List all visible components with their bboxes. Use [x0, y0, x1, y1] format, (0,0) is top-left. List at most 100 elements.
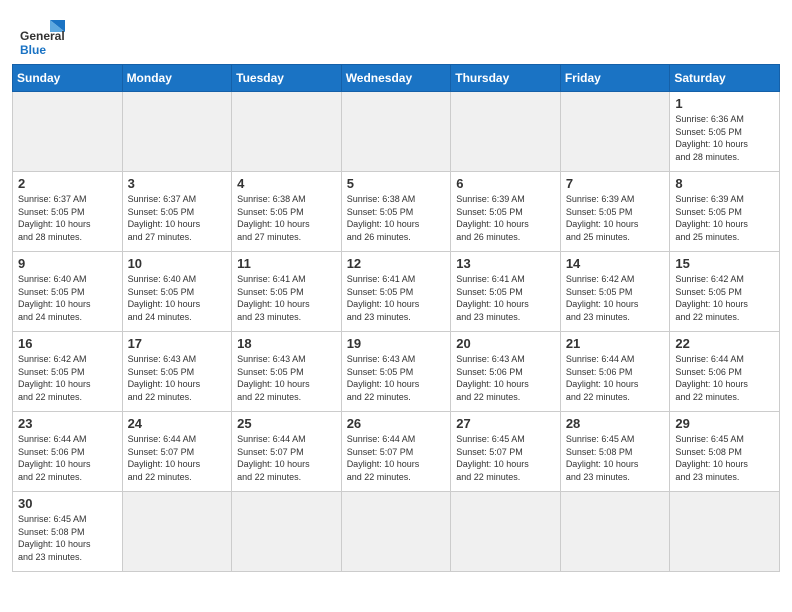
calendar-cell: 25Sunrise: 6:44 AM Sunset: 5:07 PM Dayli…	[232, 412, 342, 492]
day-number: 30	[18, 496, 117, 511]
calendar-cell: 17 Sunrise: 6:43 AM Sunset: 5:05 PM Dayli…	[122, 332, 232, 412]
weekday-header-monday: Monday	[122, 65, 232, 92]
day-info: Sunrise: 6:43 AM Sunset: 5:05 PM Dayligh…	[347, 353, 446, 403]
calendar-cell: 1 Sunrise: 6:36 AM Sunset: 5:05 PM Daylig…	[670, 92, 780, 172]
calendar-cell: 12Sunrise: 6:41 AM Sunset: 5:05 PM Dayli…	[341, 252, 451, 332]
calendar-cell: 24 Sunrise: 6:44 AM Sunset: 5:07 PM Dayli…	[122, 412, 232, 492]
calendar-cell: 13 Sunrise: 6:41 AM Sunset: 5:05 PM Dayli…	[451, 252, 561, 332]
day-number: 25	[237, 416, 336, 431]
calendar-cell: 5 Sunrise: 6:38 AM Sunset: 5:05 PM Daylig…	[341, 172, 451, 252]
day-info: Sunrise: 6:41 AM Sunset: 5:05 PM Dayligh…	[237, 273, 336, 323]
day-info: Sunrise: 6:40 AM Sunset: 5:05 PM Dayligh…	[18, 273, 117, 323]
calendar-cell	[560, 492, 670, 572]
calendar-cell	[232, 92, 342, 172]
calendar-cell	[670, 492, 780, 572]
day-info: Sunrise: 6:44 AM Sunset: 5:06 PM Dayligh…	[566, 353, 665, 403]
day-number: 16	[18, 336, 117, 351]
day-info: Sunrise: 6:44 AM Sunset: 5:06 PM Dayligh…	[18, 433, 117, 483]
day-number: 27	[456, 416, 555, 431]
day-info: Sunrise: 6:45 AM Sunset: 5:08 PM Dayligh…	[566, 433, 665, 483]
calendar-cell: 19Sunrise: 6:43 AM Sunset: 5:05 PM Dayli…	[341, 332, 451, 412]
day-number: 5	[347, 176, 446, 191]
day-info: Sunrise: 6:43 AM Sunset: 5:05 PM Dayligh…	[128, 353, 227, 403]
calendar-cell: 20Sunrise: 6:43 AM Sunset: 5:06 PM Dayli…	[451, 332, 561, 412]
weekday-header-friday: Friday	[560, 65, 670, 92]
day-number: 24	[128, 416, 227, 431]
calendar-body: 1 Sunrise: 6:36 AM Sunset: 5:05 PM Daylig…	[13, 92, 780, 572]
day-info: Sunrise: 6:39 AM Sunset: 5:05 PM Dayligh…	[566, 193, 665, 243]
calendar-header: SundayMondayTuesdayWednesdayThursdayFrid…	[13, 65, 780, 92]
svg-text:General: General	[20, 29, 65, 43]
calendar: SundayMondayTuesdayWednesdayThursdayFrid…	[0, 64, 792, 584]
calendar-cell	[560, 92, 670, 172]
day-info: Sunrise: 6:36 AM Sunset: 5:05 PM Dayligh…	[675, 113, 774, 163]
day-number: 9	[18, 256, 117, 271]
day-info: Sunrise: 6:44 AM Sunset: 5:07 PM Dayligh…	[347, 433, 446, 483]
calendar-cell	[451, 492, 561, 572]
calendar-cell	[451, 92, 561, 172]
weekday-header-sunday: Sunday	[13, 65, 123, 92]
calendar-cell: 6 Sunrise: 6:39 AM Sunset: 5:05 PM Daylig…	[451, 172, 561, 252]
calendar-cell: 9 Sunrise: 6:40 AM Sunset: 5:05 PM Daylig…	[13, 252, 123, 332]
calendar-cell: 21 Sunrise: 6:44 AM Sunset: 5:06 PM Dayli…	[560, 332, 670, 412]
day-info: Sunrise: 6:44 AM Sunset: 5:06 PM Dayligh…	[675, 353, 774, 403]
calendar-cell: 16 Sunrise: 6:42 AM Sunset: 5:05 PM Dayli…	[13, 332, 123, 412]
calendar-week-2: 9 Sunrise: 6:40 AM Sunset: 5:05 PM Daylig…	[13, 252, 780, 332]
weekday-header-saturday: Saturday	[670, 65, 780, 92]
day-info: Sunrise: 6:42 AM Sunset: 5:05 PM Dayligh…	[18, 353, 117, 403]
calendar-cell	[341, 92, 451, 172]
day-info: Sunrise: 6:45 AM Sunset: 5:08 PM Dayligh…	[675, 433, 774, 483]
day-number: 10	[128, 256, 227, 271]
day-number: 1	[675, 96, 774, 111]
day-info: Sunrise: 6:41 AM Sunset: 5:05 PM Dayligh…	[347, 273, 446, 323]
day-number: 21	[566, 336, 665, 351]
day-number: 15	[675, 256, 774, 271]
day-info: Sunrise: 6:40 AM Sunset: 5:05 PM Dayligh…	[128, 273, 227, 323]
day-info: Sunrise: 6:43 AM Sunset: 5:05 PM Dayligh…	[237, 353, 336, 403]
calendar-cell	[13, 92, 123, 172]
calendar-cell: 14Sunrise: 6:42 AM Sunset: 5:05 PM Dayli…	[560, 252, 670, 332]
svg-text:Blue: Blue	[20, 43, 46, 56]
day-info: Sunrise: 6:45 AM Sunset: 5:07 PM Dayligh…	[456, 433, 555, 483]
calendar-cell: 26 Sunrise: 6:44 AM Sunset: 5:07 PM Dayli…	[341, 412, 451, 492]
day-info: Sunrise: 6:42 AM Sunset: 5:05 PM Dayligh…	[675, 273, 774, 323]
day-info: Sunrise: 6:43 AM Sunset: 5:06 PM Dayligh…	[456, 353, 555, 403]
weekday-row: SundayMondayTuesdayWednesdayThursdayFrid…	[13, 65, 780, 92]
calendar-cell: 29Sunrise: 6:45 AM Sunset: 5:08 PM Dayli…	[670, 412, 780, 492]
day-number: 8	[675, 176, 774, 191]
day-number: 3	[128, 176, 227, 191]
day-number: 17	[128, 336, 227, 351]
weekday-header-wednesday: Wednesday	[341, 65, 451, 92]
day-number: 18	[237, 336, 336, 351]
day-number: 13	[456, 256, 555, 271]
day-info: Sunrise: 6:37 AM Sunset: 5:05 PM Dayligh…	[128, 193, 227, 243]
calendar-table: SundayMondayTuesdayWednesdayThursdayFrid…	[12, 64, 780, 572]
calendar-week-0: 1 Sunrise: 6:36 AM Sunset: 5:05 PM Daylig…	[13, 92, 780, 172]
day-info: Sunrise: 6:41 AM Sunset: 5:05 PM Dayligh…	[456, 273, 555, 323]
day-number: 6	[456, 176, 555, 191]
calendar-cell: 22Sunrise: 6:44 AM Sunset: 5:06 PM Dayli…	[670, 332, 780, 412]
calendar-cell: 18 Sunrise: 6:43 AM Sunset: 5:05 PM Dayli…	[232, 332, 342, 412]
header: GeneralBlue	[0, 0, 792, 64]
calendar-week-5: 30Sunrise: 6:45 AM Sunset: 5:08 PM Dayli…	[13, 492, 780, 572]
calendar-cell: 4Sunrise: 6:38 AM Sunset: 5:05 PM Daylig…	[232, 172, 342, 252]
calendar-week-1: 2Sunrise: 6:37 AM Sunset: 5:05 PM Daylig…	[13, 172, 780, 252]
day-number: 11	[237, 256, 336, 271]
calendar-cell	[232, 492, 342, 572]
day-info: Sunrise: 6:44 AM Sunset: 5:07 PM Dayligh…	[128, 433, 227, 483]
calendar-cell: 8Sunrise: 6:39 AM Sunset: 5:05 PM Daylig…	[670, 172, 780, 252]
day-info: Sunrise: 6:38 AM Sunset: 5:05 PM Dayligh…	[237, 193, 336, 243]
day-number: 7	[566, 176, 665, 191]
calendar-week-3: 16 Sunrise: 6:42 AM Sunset: 5:05 PM Dayli…	[13, 332, 780, 412]
calendar-cell: 15 Sunrise: 6:42 AM Sunset: 5:05 PM Dayli…	[670, 252, 780, 332]
calendar-cell	[341, 492, 451, 572]
day-info: Sunrise: 6:37 AM Sunset: 5:05 PM Dayligh…	[18, 193, 117, 243]
day-info: Sunrise: 6:38 AM Sunset: 5:05 PM Dayligh…	[347, 193, 446, 243]
calendar-cell	[122, 492, 232, 572]
day-number: 26	[347, 416, 446, 431]
day-info: Sunrise: 6:39 AM Sunset: 5:05 PM Dayligh…	[456, 193, 555, 243]
calendar-cell: 30Sunrise: 6:45 AM Sunset: 5:08 PM Dayli…	[13, 492, 123, 572]
calendar-cell: 23Sunrise: 6:44 AM Sunset: 5:06 PM Dayli…	[13, 412, 123, 492]
day-number: 14	[566, 256, 665, 271]
calendar-cell: 3 Sunrise: 6:37 AM Sunset: 5:05 PM Daylig…	[122, 172, 232, 252]
